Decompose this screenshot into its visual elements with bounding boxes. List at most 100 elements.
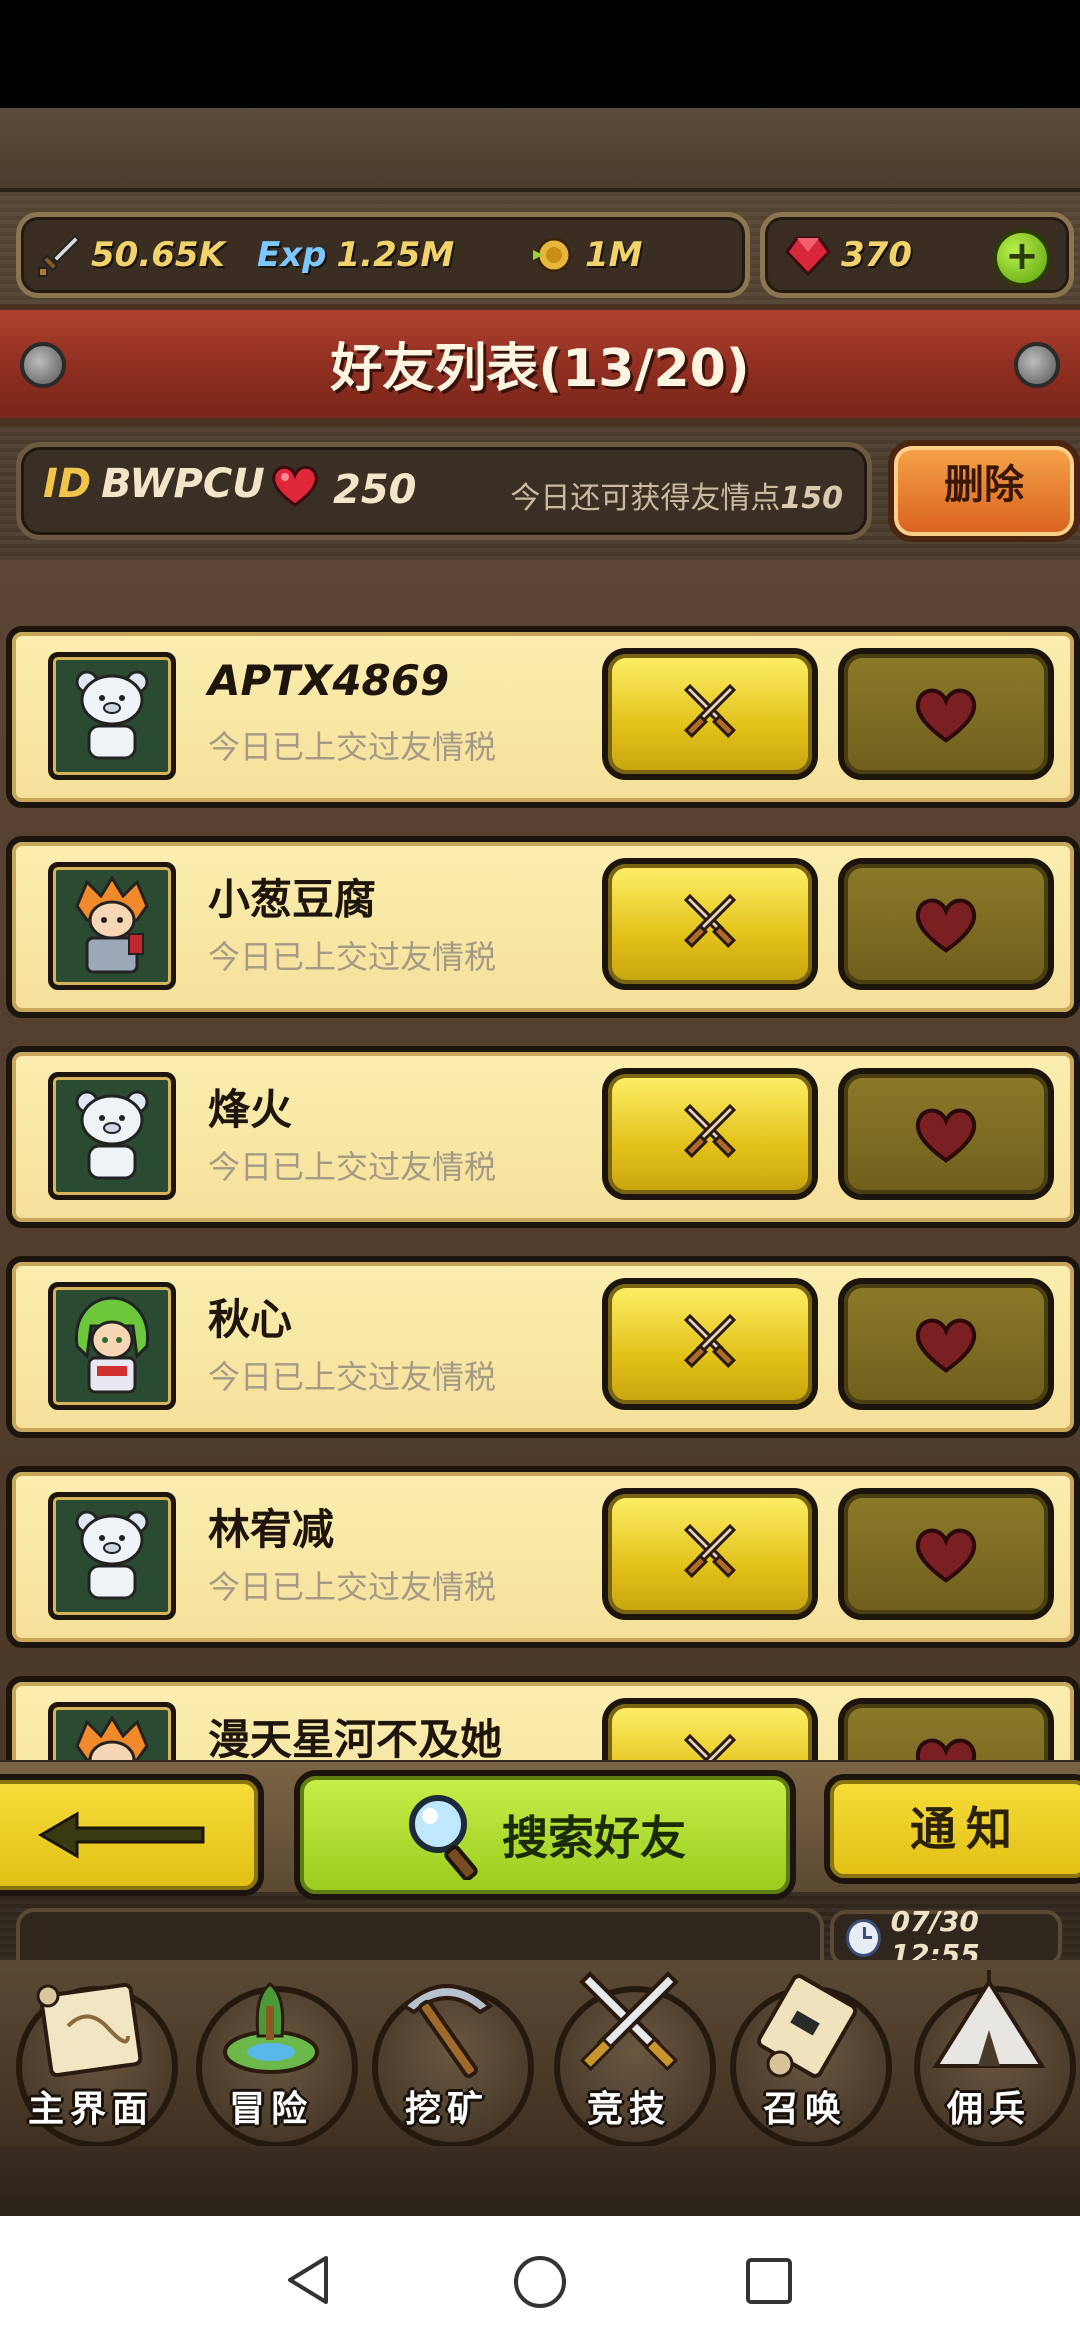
top-decoration [0,108,1080,192]
crossed-swords-icon [579,1971,679,2071]
clock-icon [846,1919,881,1957]
gold-coin-icon [529,232,575,278]
summon-scroll-icon [756,1974,858,2078]
player-info-bar: ID BWPCU 250 今日还可获得友情点150 [16,442,872,540]
friend-name: 漫天星河不及她 [208,1715,503,1760]
back-triangle-icon[interactable] [282,2254,334,2306]
heart-value: 250 [333,467,417,513]
bottom-action-bar: 搜索好友 通知 [0,1762,1080,1900]
back-button[interactable] [0,1774,264,1896]
nav-label: 冒险 [228,2089,313,2130]
nav-label: 竞技 [586,2089,671,2130]
battle-button[interactable] [602,1488,818,1620]
gem-bar: 370 + [760,212,1074,298]
id-value: BWPCU [101,461,265,507]
magnifier-icon [409,1795,478,1880]
notification-button[interactable]: 通知 [824,1774,1080,1884]
gem-resource: 370 [785,217,912,293]
status-bar [0,0,1080,108]
white-bear-avatar-icon[interactable] [48,1072,176,1200]
id-label: ID [43,461,92,507]
friend-row: 烽火 今日已上交过友情税 [6,1046,1080,1228]
plus-icon: + [1005,233,1039,279]
nav-label: 主界面 [27,2089,154,2130]
home-circle-icon[interactable] [512,2254,568,2310]
friend-status: 今日已上交过友情税 [208,1568,497,1606]
add-gems-button[interactable]: + [993,229,1051,287]
nav-label: 挖矿 [404,2089,489,2130]
island-icon [223,1982,319,2074]
battle-button[interactable] [602,858,818,990]
friend-name: 秋心 [208,1295,293,1344]
friend-row: 秋心 今日已上交过友情税 [6,1256,1080,1438]
recents-square-icon[interactable] [744,2256,794,2306]
android-navigation-bar [0,2216,1080,2340]
friendship-points: 250 [271,463,417,517]
nav-main[interactable]: 主界面 [6,1966,178,2148]
friend-status: 今日已上交过友情税 [208,938,497,976]
nav-mercenary[interactable]: 佣兵 [904,1966,1076,2148]
nav-label: 召唤 [762,2089,847,2130]
search-friends-button[interactable]: 搜索好友 [294,1770,796,1900]
page-title: 好友列表(13/20) [330,339,750,399]
heart-icon [915,898,977,953]
heart-icon [271,463,319,517]
friend-status: 今日已上交过友情税 [208,1358,497,1396]
sword-icon [35,232,81,278]
battle-button[interactable] [602,648,818,780]
send-heart-button[interactable] [838,858,1054,990]
player-id: ID BWPCU [43,461,265,507]
heart-icon [915,1318,977,1373]
gem-value: 370 [841,235,912,275]
send-heart-button[interactable] [838,1068,1054,1200]
green-hair-girl-avatar-icon[interactable] [48,1282,176,1410]
heart-icon [915,1528,977,1583]
search-friends-label: 搜索好友 [502,1811,686,1865]
friend-row: 小葱豆腐 今日已上交过友情税 [6,836,1080,1018]
send-heart-button[interactable] [838,1698,1054,1760]
crossed-swords-icon [683,1313,737,1369]
crossed-swords-icon [683,683,737,739]
heart-icon [915,1108,977,1163]
orange-hair-knight-avatar-icon[interactable] [48,862,176,990]
delete-button[interactable]: 删除 [888,440,1080,542]
ruby-icon [785,232,831,278]
send-heart-button[interactable] [838,1278,1054,1410]
send-heart-button[interactable] [838,1488,1054,1620]
nav-mining[interactable]: 挖矿 [362,1966,534,2148]
tent-icon [932,1970,1046,2068]
friend-status: 今日已上交过友情税 [208,1148,497,1186]
nav-summon[interactable]: 召唤 [720,1966,892,2148]
friend-status: 今日已上交过友情税 [208,728,497,766]
attack-resource: 50.65K [35,217,225,293]
white-bear-avatar-icon[interactable] [48,652,176,780]
friend-row: APTX4869 今日已上交过友情税 [6,626,1080,808]
heart-icon [915,688,977,743]
friend-row: 漫天星河不及她 [6,1676,1080,1760]
today-remaining: 今日还可获得友情点150 [510,473,843,517]
white-bear-avatar-icon[interactable] [48,1492,176,1620]
gold-resource: 1M [529,217,643,293]
title-banner: 好友列表(13/20) [0,304,1080,426]
pickaxe-icon [400,1984,494,2079]
time-display: 07/30 12:55 [830,1905,1062,1971]
bottom-navigation: 主界面 冒险 挖矿 竞技 召唤 佣兵 [0,1960,1080,2148]
battle-button[interactable] [602,1698,818,1760]
exp-resource: Exp 1.25M [257,217,454,293]
attack-value: 50.65K [91,235,225,275]
crossed-swords-icon [683,1523,737,1579]
bolt-icon [1014,342,1060,388]
battle-button[interactable] [602,1068,818,1200]
send-heart-button[interactable] [838,648,1054,780]
nav-arena[interactable]: 竞技 [544,1966,716,2148]
heart-icon [915,1738,977,1760]
battle-button[interactable] [602,1278,818,1410]
orange-hair-knight-avatar-icon[interactable] [48,1702,176,1760]
friend-name: APTX4869 [208,656,450,705]
crossed-swords-icon [683,1733,737,1760]
friend-name: 林宥减 [208,1505,335,1554]
today-value: 150 [780,481,843,516]
nav-adventure[interactable]: 冒险 [186,1966,358,2148]
friend-list[interactable]: APTX4869 今日已上交过友情税 小葱豆腐 今日已上交过友情税 烽火 今日已… [0,560,1080,1760]
exp-value: 1.25M [336,235,455,275]
